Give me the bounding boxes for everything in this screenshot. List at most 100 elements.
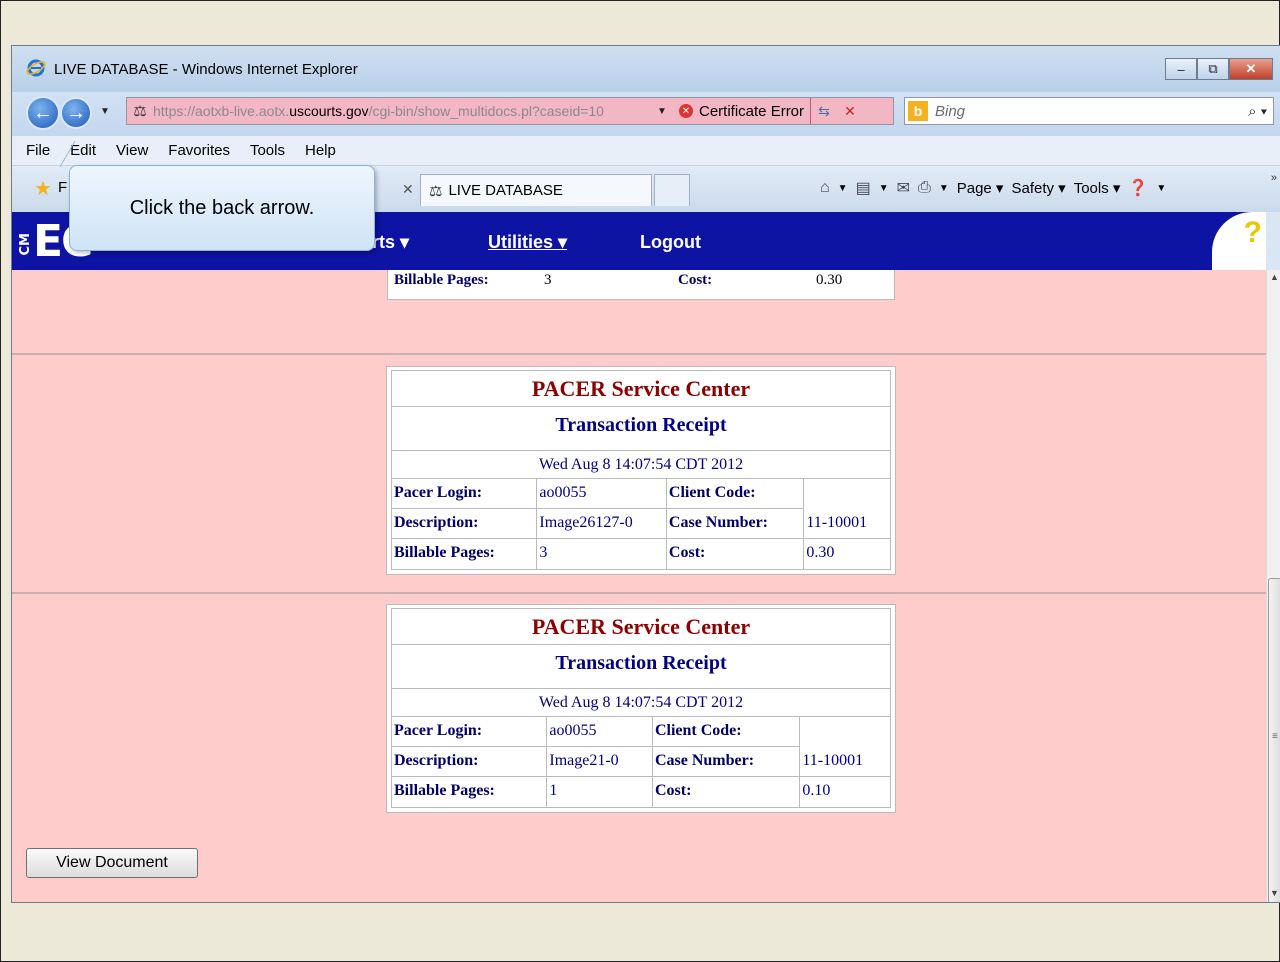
- receipt-value: ao0055: [547, 717, 653, 747]
- receipt-title: PACER Service Center: [392, 609, 890, 645]
- scales-favicon-icon: ⚖: [429, 182, 443, 200]
- menu-tools[interactable]: Tools: [240, 142, 295, 159]
- print-dropdown-icon[interactable]: ▼: [939, 183, 949, 194]
- tab-live-database[interactable]: ⚖ LIVE DATABASE: [420, 174, 652, 206]
- scroll-grip-icon: ≡: [1272, 731, 1278, 742]
- home-icon[interactable]: ⌂: [820, 179, 830, 197]
- forward-button[interactable]: →: [60, 97, 92, 129]
- receipt-label: Billable Pages:: [392, 777, 548, 807]
- scroll-down-arrow-icon[interactable]: ▼: [1270, 888, 1279, 898]
- menu-favorites[interactable]: Favorites: [158, 142, 240, 159]
- partial-receipt: Billable Pages: 3 Cost: 0.30: [387, 270, 895, 300]
- back-button[interactable]: ←: [26, 96, 60, 130]
- receipt-label: Client Code:: [652, 717, 801, 747]
- receipt-value: Image26127-0: [537, 509, 667, 539]
- tab-label: LIVE DATABASE: [448, 182, 563, 199]
- scroll-up-arrow-icon[interactable]: ▲: [1270, 272, 1279, 282]
- certificate-error-button[interactable]: ✕ Certificate Error: [673, 98, 812, 124]
- chevron-more-icon[interactable]: »: [1271, 172, 1277, 184]
- divider: [12, 353, 1266, 355]
- receipt-value: 0.10: [802, 782, 831, 799]
- partial-value-cost: 0.30: [816, 272, 843, 288]
- transaction-receipt: PACER Service Center Transaction Receipt…: [386, 366, 896, 575]
- partial-value-billable: 3: [544, 272, 552, 288]
- menu-help[interactable]: Help: [295, 142, 346, 159]
- receipt-value: 11-10001: [800, 747, 890, 777]
- tab-close-icon[interactable]: ✕: [402, 181, 414, 198]
- scroll-thumb[interactable]: ≡: [1268, 578, 1280, 902]
- receipt-label: Description:: [392, 747, 548, 777]
- search-icon[interactable]: ⌕ ▾: [1248, 103, 1267, 120]
- scales-favicon-icon: ⚖: [133, 103, 147, 120]
- forward-arrow-icon: →: [66, 101, 86, 124]
- search-input[interactable]: Bing: [935, 103, 1248, 120]
- command-bar: ⌂ ▼ ▤ ▼ ✉ ⎙ ▼ Page ▾ Safety ▾ Tools ▾ ❓ ▼: [820, 178, 1174, 198]
- safety-menu[interactable]: Safety ▾: [1011, 179, 1065, 197]
- certificate-error-icon: ✕: [679, 104, 693, 118]
- receipt-date: Wed Aug 8 14:07:54 CDT 2012: [392, 689, 890, 717]
- receipt-value: ao0055: [537, 479, 667, 509]
- address-dropdown-icon[interactable]: ▼: [651, 106, 673, 117]
- reports-menu[interactable]: rts ▾: [372, 232, 409, 253]
- restore-button[interactable]: ⧉: [1197, 58, 1229, 80]
- help-dropdown-icon[interactable]: ▼: [1156, 183, 1166, 194]
- tooltip-text: Click the back arrow.: [129, 196, 315, 219]
- feeds-icon[interactable]: ▤: [856, 178, 871, 198]
- partial-label-cost: Cost:: [678, 272, 713, 288]
- mail-icon[interactable]: ✉: [897, 178, 910, 198]
- receipt-label: Pacer Login:: [392, 479, 538, 509]
- receipt-subtitle: Transaction Receipt: [392, 407, 890, 451]
- feeds-dropdown-icon[interactable]: ▼: [879, 183, 889, 194]
- receipt-label: Pacer Login:: [392, 717, 548, 747]
- receipt-value: 1: [547, 777, 653, 807]
- view-document-button[interactable]: View Document: [26, 848, 198, 878]
- receipt-value: 0.30: [806, 544, 835, 561]
- receipt-row: Description: Image21-0 Case Number: 11-1…: [392, 747, 890, 777]
- vertical-scrollbar[interactable]: ▲ ≡ ▼: [1266, 270, 1280, 902]
- screenshot-frame: LIVE DATABASE - Windows Internet Explore…: [0, 0, 1280, 962]
- home-dropdown-icon[interactable]: ▼: [838, 183, 848, 194]
- receipt-value: 11-10001: [804, 509, 891, 539]
- receipt-value: Image21-0: [547, 747, 653, 777]
- address-bar[interactable]: ⚖ https://aotxb-live.aotx.uscourts.gov/c…: [126, 97, 894, 125]
- window-title: LIVE DATABASE - Windows Internet Explore…: [54, 61, 358, 78]
- utilities-menu[interactable]: Utilities ▾: [488, 232, 567, 253]
- transaction-receipt: PACER Service Center Transaction Receipt…: [386, 604, 896, 813]
- receipt-row: Billable Pages: 1 Cost: 0.10: [392, 777, 890, 807]
- menu-view[interactable]: View: [106, 142, 158, 159]
- back-arrow-icon: ←: [33, 101, 53, 124]
- new-tab-button[interactable]: [654, 174, 690, 206]
- menu-edit[interactable]: Edit: [60, 142, 106, 159]
- refresh-icon[interactable]: ⇆: [811, 103, 837, 120]
- ie-logo-icon: [26, 59, 46, 77]
- stop-icon[interactable]: ✕: [837, 103, 863, 120]
- receipt-value: 3: [537, 539, 667, 569]
- favorites-button[interactable]: F: [58, 179, 67, 196]
- receipt-value: [804, 479, 890, 509]
- receipt-subtitle: Transaction Receipt: [392, 645, 890, 689]
- partial-label-billable: Billable Pages:: [394, 272, 489, 288]
- receipt-row: Billable Pages: 3 Cost: 0.30: [392, 539, 890, 569]
- receipt-label: Cost:: [653, 777, 801, 807]
- receipt-row: Pacer Login: ao0055 Client Code:: [392, 479, 890, 509]
- receipt-title: PACER Service Center: [392, 371, 890, 407]
- recent-pages-dropdown-icon[interactable]: ▼: [100, 106, 110, 117]
- print-icon[interactable]: ⎙: [918, 179, 931, 197]
- tutorial-tooltip: Click the back arrow.: [69, 165, 375, 251]
- divider: [12, 592, 1266, 594]
- logout-link[interactable]: Logout: [640, 232, 701, 253]
- menu-file[interactable]: File: [12, 142, 60, 159]
- address-url[interactable]: https://aotxb-live.aotx.uscourts.gov/cgi…: [153, 103, 651, 119]
- receipt-date: Wed Aug 8 14:07:54 CDT 2012: [392, 451, 890, 479]
- receipt-label: Case Number:: [652, 747, 801, 777]
- receipt-label: Description:: [392, 509, 538, 539]
- page-menu[interactable]: Page ▾: [957, 179, 1004, 197]
- tools-menu[interactable]: Tools ▾: [1074, 179, 1121, 197]
- help-question-icon[interactable]: ?: [1244, 216, 1262, 250]
- minimize-button[interactable]: ‒: [1165, 58, 1197, 80]
- help-icon[interactable]: ❓: [1128, 178, 1148, 198]
- close-button[interactable]: ✕: [1229, 58, 1273, 80]
- search-box[interactable]: b Bing ⌕ ▾: [904, 97, 1274, 125]
- receipt-row: Description: Image26127-0 Case Number: 1…: [392, 509, 891, 539]
- favorites-star-icon[interactable]: ★: [34, 176, 52, 201]
